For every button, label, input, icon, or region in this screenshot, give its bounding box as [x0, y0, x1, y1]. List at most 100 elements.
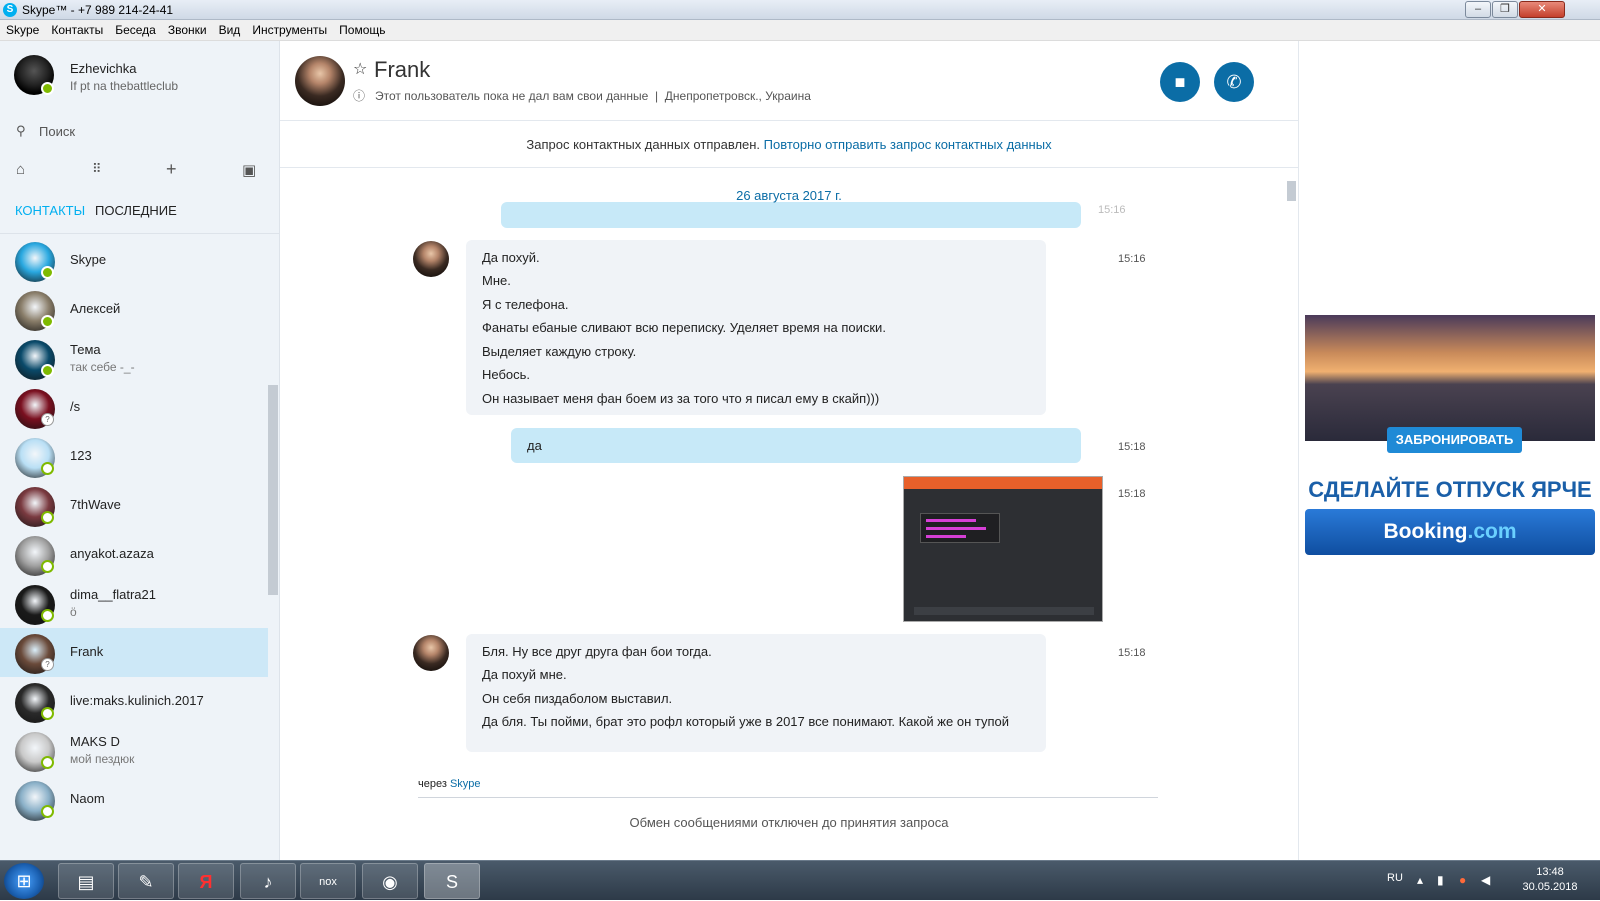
minimize-button[interactable]: – — [1465, 1, 1491, 18]
sidebar-scrollbar[interactable] — [268, 385, 278, 595]
contact-item[interactable]: live:maks.kulinich.2017 — [0, 677, 268, 726]
skype-taskbar-icon[interactable]: S — [424, 863, 480, 899]
show-hidden-icons-icon[interactable]: ▴ — [1417, 873, 1423, 887]
tab-recent[interactable]: ПОСЛЕДНИЕ — [95, 203, 177, 218]
image-preview-text — [926, 535, 966, 538]
search-input[interactable]: Поиск — [39, 124, 75, 139]
contact-item[interactable]: Naom — [0, 775, 268, 824]
contact-name: Naom — [70, 791, 105, 806]
close-button[interactable]: ✕ — [1519, 1, 1565, 18]
contact-item[interactable]: Skype — [0, 236, 268, 285]
message-line: Да похуй мне. — [482, 667, 567, 682]
notes-app-icon[interactable]: ✎ — [118, 863, 174, 899]
volume-icon[interactable]: ◀ — [1481, 873, 1490, 887]
image-preview-text — [926, 527, 986, 530]
online-status-icon — [41, 364, 54, 377]
add-contact-icon[interactable]: + — [166, 159, 177, 180]
menu-view[interactable]: Вид — [213, 20, 247, 41]
contact-name: /s — [70, 399, 81, 414]
book-now-button[interactable]: ЗАБРОНИРОВАТЬ — [1387, 427, 1522, 453]
new-chat-icon[interactable]: ▣ — [242, 161, 256, 179]
contact-item[interactable]: anyakot.azaza — [0, 530, 268, 579]
contact-name: MAKS D — [70, 734, 120, 749]
audio-app-icon[interactable]: ♪ — [240, 863, 296, 899]
contact-mood: ö — [70, 605, 77, 619]
unknown-status-icon: ? — [41, 413, 54, 426]
menu-skype[interactable]: Skype — [0, 20, 45, 41]
search-box[interactable]: ⚲ Поиск — [14, 121, 264, 143]
image-attachment[interactable] — [903, 476, 1103, 622]
language-indicator[interactable]: RU — [1387, 872, 1403, 884]
contact-item[interactable]: dima__flatra21 ö — [0, 579, 268, 628]
my-profile[interactable]: Ezhevichka If pt na thebattleclub — [14, 55, 264, 105]
menu-contacts[interactable]: Контакты — [45, 20, 109, 41]
offline-status-icon — [41, 756, 54, 769]
menu-tools[interactable]: Инструменты — [246, 20, 333, 41]
image-preview-input — [914, 607, 1094, 615]
info-icon: ⓘ — [353, 89, 366, 103]
message-time: 15:16 — [1098, 204, 1126, 216]
conversation-area: 15:16 26 августа 2017 г. Да похуй. Мне. … — [280, 169, 1298, 752]
contact-request-notice: Запрос контактных данных отправлен. Повт… — [280, 122, 1298, 168]
contact-name: Skype — [70, 252, 107, 267]
contact-item[interactable]: Тема так себе -_- — [0, 334, 268, 383]
chrome-icon[interactable]: ◉ — [362, 863, 418, 899]
offline-status-icon — [41, 609, 54, 622]
contact-name: Frank — [374, 57, 431, 82]
message-line: Мне. — [482, 273, 511, 288]
tab-contacts[interactable]: КОНТАКТЫ — [15, 203, 85, 218]
sidebar-toolbar: ⌂ ⠿ + ▣ — [14, 159, 264, 181]
message-line: Я с телефона. — [482, 297, 569, 312]
menu-help[interactable]: Помощь — [333, 20, 391, 41]
ad-panel: ЗАБРОНИРОВАТЬ СДЕЛАЙТЕ ОТПУСК ЯРЧЕ Booki… — [1298, 41, 1600, 860]
contact-name: Frank — [70, 644, 104, 659]
dialpad-icon[interactable]: ⠿ — [92, 161, 102, 177]
message-time: 15:16 — [1118, 253, 1146, 265]
offline-status-icon — [41, 805, 54, 818]
message-bubble-outgoing: да — [511, 428, 1081, 463]
menu-calls[interactable]: Звонки — [162, 20, 213, 41]
ad-image[interactable]: ЗАБРОНИРОВАТЬ — [1305, 315, 1595, 453]
phone-icon: ✆ — [1226, 72, 1242, 92]
contact-item[interactable]: ? Frank — [0, 628, 268, 677]
message-time: 15:18 — [1118, 647, 1146, 659]
menu-bar: Skype Контакты Беседа Звонки Вид Инструменты П… — [0, 20, 1600, 41]
menu-conversation[interactable]: Беседа — [109, 20, 162, 41]
maximize-button[interactable]: ❐ — [1492, 1, 1518, 18]
online-status-icon — [41, 82, 54, 95]
contact-name: 7thWave — [70, 497, 121, 512]
booking-logo[interactable]: Booking.com — [1305, 509, 1595, 555]
contact-item[interactable]: ? /s — [0, 383, 268, 432]
contact-mood: так себе -_- — [70, 360, 135, 374]
contact-item[interactable]: 7thWave — [0, 481, 268, 530]
avatar[interactable] — [295, 56, 345, 106]
nox-player-icon[interactable]: nox — [300, 863, 356, 899]
via-skype-link[interactable]: Skype — [450, 778, 481, 790]
contact-item[interactable]: Алексей — [0, 285, 268, 334]
antivirus-icon[interactable]: ● — [1459, 873, 1466, 887]
sidebar: Ezhevichka If pt na thebattleclub ⚲ Поис… — [0, 41, 280, 860]
home-icon[interactable]: ⌂ — [16, 161, 25, 178]
contact-item[interactable]: MAKS D мой пездюк — [0, 726, 268, 775]
audio-call-button[interactable]: ✆ — [1214, 62, 1254, 102]
offline-status-icon — [41, 462, 54, 475]
windows-taskbar: ⊞ ▤ ✎ Я ♪ nox ◉ S RU ▴ ▮ ● ◀ 13:48 30.05… — [0, 860, 1600, 900]
contact-list: Skype Алексей Тема так себе -_-? /s 123 7thWav… — [0, 236, 268, 824]
message-line: Небось. — [482, 367, 531, 382]
contact-item[interactable]: 123 — [0, 432, 268, 481]
favorite-star-icon[interactable]: ☆ — [353, 59, 367, 79]
video-call-button[interactable]: ■ — [1160, 62, 1200, 102]
contact-info: ⓘ Этот пользователь пока не дал вам свои… — [353, 87, 811, 104]
resend-request-link[interactable]: Повторно отправить запрос контактных дан… — [764, 137, 1052, 152]
clock[interactable]: 13:48 30.05.2018 — [1515, 865, 1585, 895]
network-icon[interactable]: ▮ — [1437, 873, 1444, 887]
message-line: Да похуй. — [482, 250, 540, 265]
yandex-browser-icon[interactable]: Я — [178, 863, 234, 899]
contact-name: live:maks.kulinich.2017 — [70, 693, 204, 708]
contact-name: dima__flatra21 — [70, 587, 156, 602]
explorer-icon[interactable]: ▤ — [58, 863, 114, 899]
ad-slogan: СДЕЛАЙТЕ ОТПУСК ЯРЧЕ — [1308, 477, 1592, 502]
profile-name: Ezhevichka — [70, 61, 137, 76]
start-button[interactable]: ⊞ — [4, 863, 44, 899]
message-bubble-incoming: Да похуй. Мне. Я с телефона. Фанаты ебан… — [466, 240, 1046, 415]
